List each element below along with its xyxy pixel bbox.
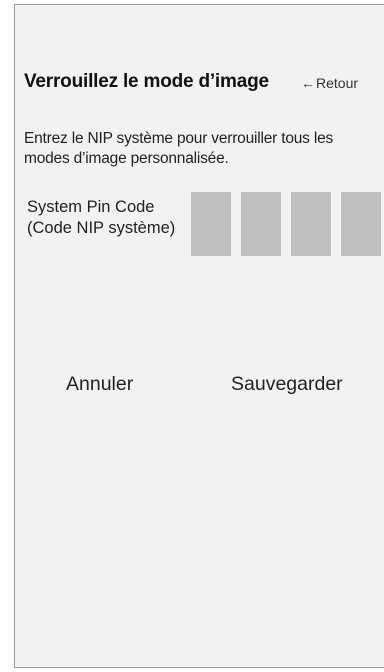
pin-digit-3-field[interactable]	[291, 192, 331, 256]
pin-code-label: System Pin Code (Code NIP système)	[27, 198, 176, 237]
pin-digit-2-field[interactable]	[241, 192, 281, 256]
instruction-text: Entrez le NIP système pour verrouiller t…	[24, 130, 334, 167]
cancel-button[interactable]: Annuler	[66, 373, 133, 396]
lock-picture-mode-panel: Verrouillez le mode d’image ← Retour Ent…	[14, 4, 384, 668]
pin-digit-4-field[interactable]	[341, 192, 381, 256]
page-title: Verrouillez le mode d’image	[24, 71, 269, 92]
pin-code-input-group	[191, 192, 381, 256]
back-button[interactable]: ← Retour	[301, 75, 358, 91]
save-button[interactable]: Sauvegarder	[231, 373, 343, 396]
back-button-label: Retour	[316, 75, 359, 91]
left-arrow-icon: ←	[301, 75, 315, 91]
pin-digit-1-field[interactable]	[191, 192, 231, 256]
